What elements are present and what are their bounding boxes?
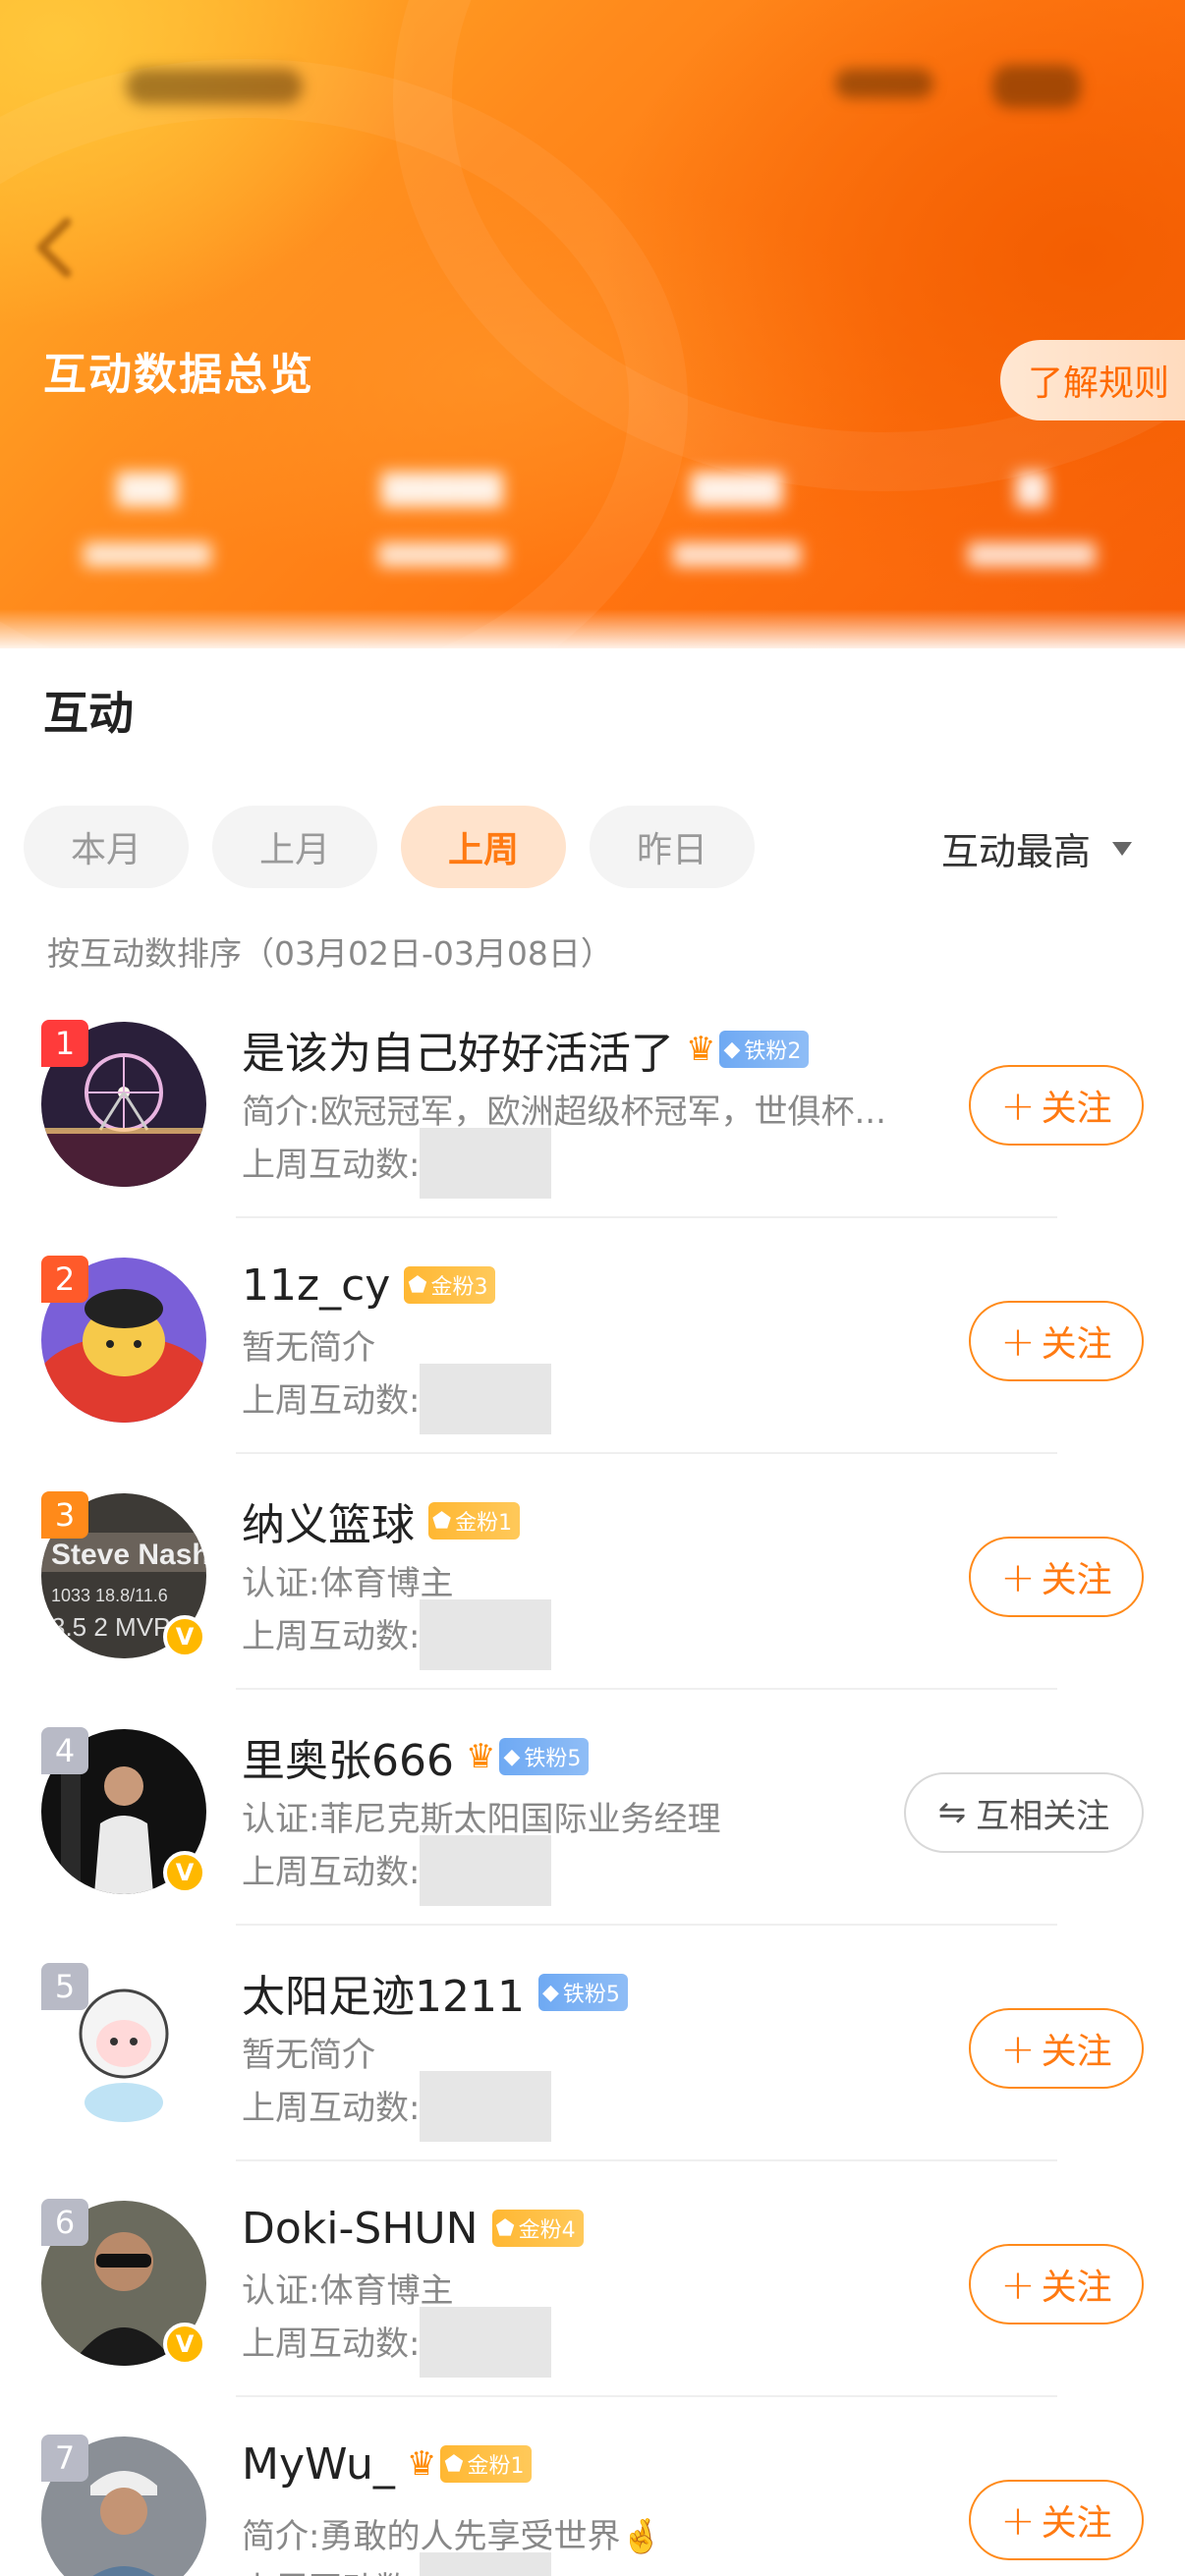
section-title: 互动 xyxy=(43,687,134,740)
stats-summary: ▆▆ ▆▆▆▆▆▆ ▆▆▆▆ ▆▆▆▆▆▆ ▆▆▆ ▆▆▆▆▆▆ ▆ ▆▆▆▆▆▆ xyxy=(0,462,1185,589)
user-description: 暂无简介 xyxy=(242,1328,375,1368)
user-description: 认证:菲尼克斯太阳国际业务经理 xyxy=(242,1800,721,1839)
follow-button[interactable]: + 关注 xyxy=(969,1065,1144,1146)
count-mask xyxy=(420,1364,552,1434)
user-name[interactable]: 11z_cy xyxy=(242,1260,390,1311)
page-title: 互动数据总览 xyxy=(43,350,314,400)
svg-text:Steve Nash: Steve Nash xyxy=(51,1539,206,1571)
tab-last-week[interactable]: 上周 xyxy=(401,806,566,888)
list-item[interactable]: 6 V Doki-SHUN ⬟ 金粉4 认证:体育博主 上周互动数: + 关注 xyxy=(0,2161,1185,2397)
plus-icon: + xyxy=(1000,2260,1036,2309)
rank-badge: 1 xyxy=(41,1020,88,1067)
list-item[interactable]: 1 是该为自己好好活活了 ♛ ◆ 铁粉2 简介:欧冠冠军，欧洲超级杯冠军，世俱杯.… xyxy=(0,982,1185,1218)
stat-item: ▆▆▆ ▆▆▆▆▆▆ xyxy=(673,462,801,567)
verified-icon: V xyxy=(163,1615,206,1658)
list-item[interactable]: 2 11z_cy ⬟ 金粉3 暂无简介 上周互动数: + 关注 xyxy=(0,1218,1185,1454)
list-item[interactable]: 7 MyWu_ ♛ ⬟金粉1 简介:勇敢的人先享受世界🤞 上周互动数: +关注 xyxy=(0,2397,1185,2576)
rank-badge: 2 xyxy=(41,1256,88,1303)
plus-icon: + xyxy=(1000,2495,1036,2545)
crown-icon: ♛ xyxy=(686,1030,716,1069)
crown-icon: ♛ xyxy=(465,1737,496,1776)
follow-button[interactable]: + 关注 xyxy=(969,2008,1144,2089)
count-mask xyxy=(420,2071,552,2142)
crown-icon: ♛ xyxy=(406,2444,437,2484)
plus-icon: + xyxy=(1000,1316,1036,1366)
interaction-count: 上周互动数: xyxy=(242,1364,552,1434)
caret-down-icon xyxy=(1112,841,1133,856)
tab-this-month[interactable]: 本月 xyxy=(24,806,189,888)
stat-item: ▆▆▆▆ ▆▆▆▆▆▆ xyxy=(378,462,506,567)
follow-button[interactable]: + 关注 xyxy=(969,2244,1144,2324)
status-bar-time xyxy=(126,69,303,104)
count-mask xyxy=(420,1599,552,1670)
user-name[interactable]: 纳义篮球 xyxy=(242,1489,415,1552)
count-mask xyxy=(420,2307,552,2378)
verified-icon: V xyxy=(163,2323,206,2366)
count-mask xyxy=(420,1835,552,1906)
header-banner: 互动数据总览 了解规则 ▆▆ ▆▆▆▆▆▆ ▆▆▆▆ ▆▆▆▆▆▆ ▆▆▆ ▆▆▆▆▆… xyxy=(0,0,1185,648)
user-description: 简介:欧冠冠军，欧洲超级杯冠军，世俱杯... xyxy=(242,1092,886,1132)
swap-icon: ⇋ xyxy=(937,1793,967,1832)
rank-badge: 5 xyxy=(41,1963,88,2010)
svg-text:3.5 2 MVP: 3.5 2 MVP xyxy=(51,1612,170,1642)
status-bar-signal xyxy=(835,69,933,98)
mutual-follow-button[interactable]: ⇋ 互相关注 xyxy=(904,1772,1144,1853)
user-description: 认证:体育博主 xyxy=(242,1564,454,1603)
tab-last-month[interactable]: 上月 xyxy=(212,806,377,888)
sort-note: 按互动数排序（03月02日-03月08日） xyxy=(47,934,613,973)
user-name[interactable]: 太阳足迹1211 xyxy=(242,1961,525,2024)
stat-item: ▆▆ ▆▆▆▆▆▆ xyxy=(84,462,211,567)
rank-badge: 6 xyxy=(41,2199,88,2246)
rank-badge: 3 xyxy=(41,1491,88,1539)
user-name[interactable]: 里奥张666 xyxy=(242,1725,454,1788)
follow-button[interactable]: + 关注 xyxy=(969,1301,1144,1381)
fan-badge: ⬟ 金粉1 xyxy=(428,1502,521,1540)
fan-badge: ⬟ 金粉3 xyxy=(404,1266,496,1304)
interaction-count: 上周互动数: xyxy=(242,2071,552,2142)
verified-icon: V xyxy=(163,1851,206,1894)
user-description: 认证:体育博主 xyxy=(242,2271,454,2311)
back-arrow-icon[interactable] xyxy=(28,214,83,281)
fan-badge: ◆ 铁粉2 xyxy=(719,1031,810,1068)
fan-badge: ⬟ 金粉4 xyxy=(491,2210,584,2247)
plus-icon: + xyxy=(1000,1552,1036,1601)
plus-icon: + xyxy=(1000,2024,1036,2073)
sort-label: 互动最高 xyxy=(941,830,1092,873)
interaction-count: 上周互动数: xyxy=(242,1835,552,1906)
user-name[interactable]: MyWu_ xyxy=(242,2439,395,2490)
svg-text:1033 18.8/11.6: 1033 18.8/11.6 xyxy=(51,1586,168,1605)
interaction-count: 上周互动数: xyxy=(242,1128,552,1199)
list-item[interactable]: 5 太阳足迹1211 ◆ 铁粉5 暂无简介 上周互动数: + 关注 xyxy=(0,1926,1185,2161)
user-description: 暂无简介 xyxy=(242,2036,375,2075)
count-mask xyxy=(420,2552,552,2576)
follow-button[interactable]: + 关注 xyxy=(969,1537,1144,1617)
rules-button[interactable]: 了解规则 xyxy=(1000,340,1185,420)
plus-icon: + xyxy=(1000,1081,1036,1130)
interaction-count: 上周互动数: xyxy=(242,2552,552,2576)
status-bar-battery xyxy=(992,65,1081,108)
follow-button[interactable]: + 关注 xyxy=(969,2480,1144,2560)
fan-badge: ◆ 铁粉5 xyxy=(537,1974,628,2011)
list-item[interactable]: 4 V 里奥张666 ♛ ◆ 铁粉5 认证:菲尼克斯太阳国际业务经理 上周互动数:… xyxy=(0,1690,1185,1926)
interaction-count: 上周互动数: xyxy=(242,2307,552,2378)
list-item[interactable]: Steve Nash 1033 18.8/11.6 3.5 2 MVP 3 V … xyxy=(0,1454,1185,1690)
rank-badge: 4 xyxy=(41,1727,88,1774)
user-description: 简介:勇敢的人先享受世界🤞 xyxy=(242,2517,662,2556)
user-name[interactable]: 是该为自己好好活活了 xyxy=(242,1018,674,1081)
fan-badge: ◆ 铁粉5 xyxy=(499,1738,590,1775)
user-name[interactable]: Doki-SHUN xyxy=(242,2204,479,2254)
interaction-count: 上周互动数: xyxy=(242,1599,552,1670)
rank-badge: 7 xyxy=(41,2435,88,2482)
tab-yesterday[interactable]: 昨日 xyxy=(590,806,755,888)
stat-item: ▆ ▆▆▆▆▆▆ xyxy=(968,462,1096,567)
fan-badge: ⬟ 金粉1 xyxy=(440,2445,533,2483)
sort-dropdown[interactable]: 互动最高 xyxy=(941,821,1133,875)
count-mask xyxy=(420,1128,552,1199)
